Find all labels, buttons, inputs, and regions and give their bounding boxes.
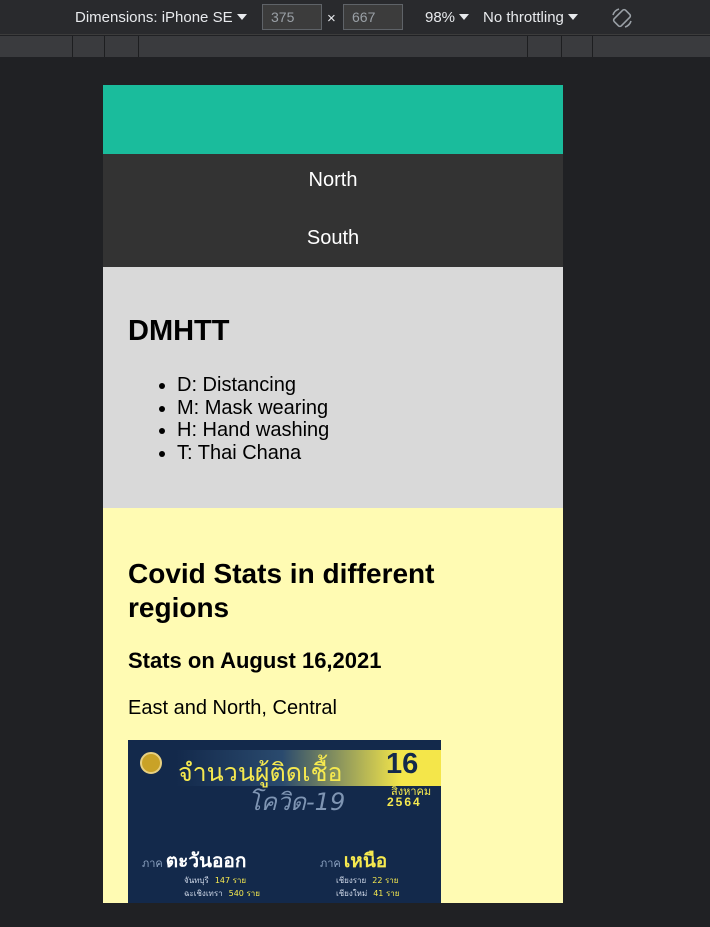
infographic-year: 2564 — [387, 795, 422, 809]
table-row: จันทบุรี 147 ราย — [184, 876, 247, 885]
height-input[interactable] — [343, 4, 403, 30]
stats-section: Covid Stats in different regions Stats o… — [103, 508, 563, 903]
dmhtt-section: DMHTT D: Distancing M: Mask wearing H: H… — [103, 267, 563, 508]
device-dimensions-dropdown[interactable]: Dimensions: iPhone SE — [75, 9, 247, 26]
width-input[interactable] — [262, 4, 322, 30]
device-viewport: North South DMHTT D: Distancing M: Mask … — [103, 85, 563, 903]
dmhtt-heading: DMHTT — [128, 315, 230, 347]
zoom-dropdown[interactable]: 98% — [425, 9, 470, 26]
device-toolbar: Dimensions: iPhone SE × 98% No throttlin… — [0, 0, 710, 35]
list-item: H: Hand washing — [177, 419, 538, 442]
table-row: เชียงราย 22 ราย — [336, 876, 399, 885]
region-east: ภาค ตะวันออก — [142, 850, 247, 872]
rotate-icon[interactable] — [610, 6, 634, 30]
infographic-day: 16 — [386, 748, 419, 780]
throttling-label: No throttling — [483, 9, 564, 26]
device-dimensions-label: Dimensions: iPhone SE — [75, 9, 233, 26]
chevron-down-icon — [459, 14, 470, 20]
nav-link-north[interactable]: North — [103, 154, 563, 210]
infographic-subtitle: โควิด-19 — [248, 788, 346, 816]
table-row: เชียงใหม่ 41 ราย — [336, 889, 400, 898]
throttling-dropdown[interactable]: No throttling — [483, 9, 578, 26]
list-item: T: Thai Chana — [177, 442, 538, 465]
government-seal-icon — [140, 752, 162, 774]
region-nav: North South — [103, 154, 563, 267]
media-query-ruler[interactable] — [0, 36, 710, 57]
chevron-down-icon — [236, 14, 247, 20]
region-north: ภาค เหนือ — [320, 850, 388, 872]
list-item: M: Mask wearing — [177, 397, 538, 420]
regions-text: East and North, Central — [128, 697, 337, 719]
list-item: D: Distancing — [177, 374, 538, 397]
stats-heading: Covid Stats in different regions — [128, 558, 435, 623]
times-symbol: × — [327, 10, 336, 27]
table-row: ฉะเชิงเทรา 540 ราย — [184, 889, 260, 898]
page-header — [103, 85, 563, 154]
covid-infographic-image: จำนวนผู้ติดเชื้อ 16 โควิด-19 สิงหาคม 256… — [128, 740, 441, 903]
nav-link-south[interactable]: South — [103, 210, 563, 267]
chevron-down-icon — [567, 14, 578, 20]
dmhtt-list: D: Distancing M: Mask wearing H: Hand wa… — [128, 374, 538, 464]
stats-subheading: Stats on August 16,2021 — [128, 648, 382, 673]
zoom-label: 98% — [425, 9, 456, 26]
